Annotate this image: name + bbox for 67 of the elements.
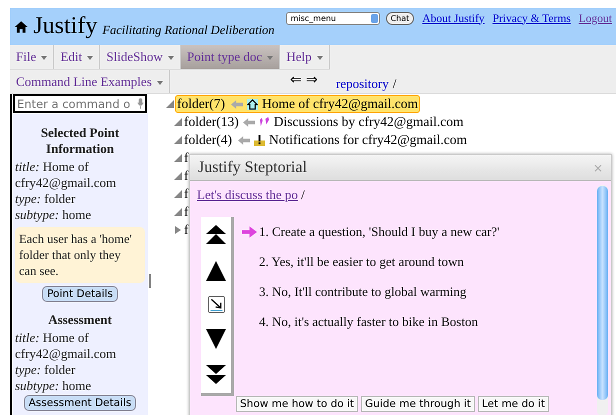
- field-text: type: folder: [15, 191, 76, 207]
- header-link[interactable]: Logout: [578, 12, 612, 24]
- menu-item[interactable]: Help: [280, 45, 330, 69]
- left-arrow-icon: [231, 100, 243, 108]
- tree-node[interactable]: folder(13) Discussions by cfry42@gmail.com: [183, 114, 465, 130]
- expander-icon[interactable]: [174, 118, 182, 126]
- diver-icon[interactable]: [208, 296, 224, 314]
- splitter-handle[interactable]: [149, 274, 151, 288]
- header-link[interactable]: About Justify: [422, 12, 485, 24]
- assessment-details-button[interactable]: Assessment Details: [24, 395, 136, 411]
- section-heading: Selected Point Information: [40, 125, 120, 157]
- mode-button[interactable]: Guide me through it: [361, 396, 475, 412]
- expander-icon[interactable]: [174, 190, 182, 198]
- left-arrow-icon: [242, 118, 255, 126]
- forward-arrow[interactable]: ⇒: [306, 74, 318, 88]
- expander-icon[interactable]: [174, 136, 182, 144]
- app-subtitle: Facilitating Rational Deliberation: [102, 23, 275, 38]
- last-step-icon[interactable]: [206, 365, 226, 386]
- microphone-icon[interactable]: [137, 98, 144, 109]
- caret-icon: [168, 56, 174, 60]
- left-arrow-icon: [238, 136, 250, 144]
- menu-dropdown[interactable]: misc_menu: [286, 12, 380, 25]
- expander-icon[interactable]: [174, 208, 182, 216]
- menu-item[interactable]: File: [10, 45, 54, 69]
- section-heading: Assessment: [47, 312, 113, 328]
- step-text[interactable]: 3. No, It'll contribute to global warming: [259, 284, 466, 300]
- breadcrumb-separator: /: [392, 76, 396, 92]
- tree-node[interactable]: folder(4) Notifications for cfry42@gmail.com: [183, 132, 468, 148]
- back-arrow[interactable]: ⇐: [290, 74, 302, 88]
- discussion-link[interactable]: Let's discuss the po: [197, 187, 298, 202]
- caret-icon: [267, 56, 274, 60]
- first-step-icon[interactable]: [206, 224, 226, 245]
- caret-icon: [316, 56, 323, 60]
- previous-step-icon[interactable]: [206, 260, 226, 281]
- app-title: Justify: [33, 13, 98, 40]
- menu-item[interactable]: Command Line Examples: [10, 70, 170, 93]
- field-text: subtype: home: [15, 378, 92, 394]
- expander-icon[interactable]: [174, 172, 182, 180]
- expander-icon[interactable]: [174, 154, 182, 162]
- expander-icon[interactable]: [174, 226, 182, 234]
- step-text[interactable]: 4. No, it's actually faster to bike in Boston: [259, 314, 478, 330]
- caret-icon: [157, 81, 164, 86]
- step-text[interactable]: 2. Yes, it'll be easier to get around town: [259, 254, 464, 270]
- tree-node[interactable]: folder(7) Home of cfry42@gmail.com: [175, 95, 420, 113]
- house-icon: [247, 98, 258, 110]
- stepper-icon: [370, 14, 378, 23]
- mode-button[interactable]: Let me do it: [478, 396, 549, 412]
- speech-marks-icon: [258, 116, 270, 128]
- info-note: Each user has a 'home' folder that only they can see.: [15, 227, 145, 283]
- field-text: type: folder: [15, 362, 76, 378]
- caret-icon: [87, 56, 94, 60]
- breadcrumb-link[interactable]: repository: [336, 76, 389, 92]
- step-text[interactable]: 1. Create a question, 'Should I buy a new car?': [259, 224, 500, 240]
- alert-icon: [254, 134, 265, 146]
- command-field[interactable]: Enter a command o: [13, 94, 147, 113]
- path-separator: /: [301, 187, 305, 202]
- dialog-title: Justify Steptorial: [198, 158, 307, 176]
- mode-button[interactable]: Show me how to do it: [236, 396, 358, 412]
- point-details-button[interactable]: Point Details: [42, 286, 118, 302]
- caret-icon: [41, 56, 48, 60]
- next-step-icon[interactable]: [206, 329, 226, 350]
- expander-icon[interactable]: [166, 100, 174, 108]
- field-text: subtype: home: [15, 207, 92, 223]
- chat-button[interactable]: Chat: [386, 12, 414, 25]
- menu-item[interactable]: Edit: [54, 45, 100, 69]
- menu-item[interactable]: Point type doc: [181, 45, 280, 69]
- header-link[interactable]: Privacy & Terms: [492, 12, 571, 24]
